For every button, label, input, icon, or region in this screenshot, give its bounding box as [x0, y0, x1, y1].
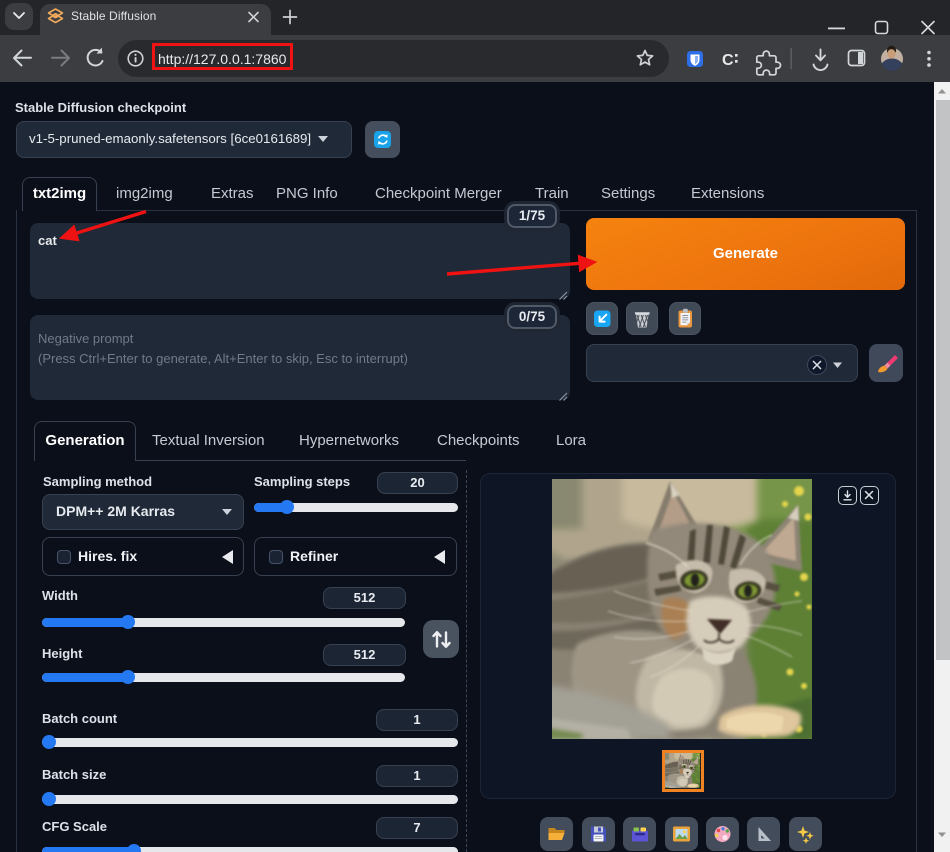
svg-text:C: C: [722, 52, 734, 69]
